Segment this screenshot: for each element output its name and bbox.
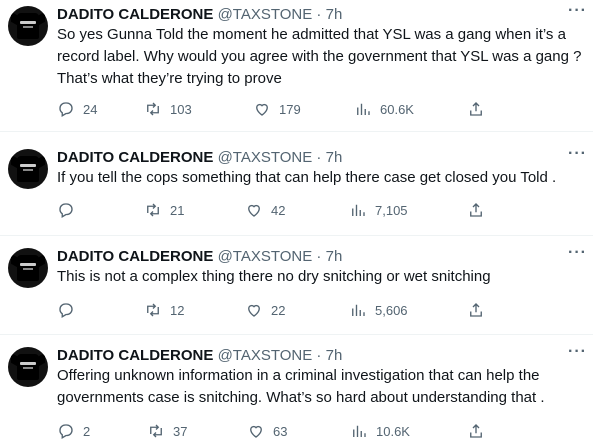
heart-icon bbox=[256, 103, 268, 116]
retweet-icon bbox=[147, 203, 159, 217]
retweet-icon bbox=[147, 303, 159, 317]
author-handle[interactable]: @TAXSTONE bbox=[218, 347, 313, 364]
retweet-icon bbox=[150, 424, 162, 438]
views-count: 10.6K bbox=[376, 423, 410, 439]
heart-icon bbox=[248, 204, 260, 217]
tweet-text: If you tell the cops something that can … bbox=[57, 169, 557, 186]
avatar[interactable] bbox=[8, 149, 48, 189]
tweet-actions: 24 103 179 60.6K bbox=[57, 99, 487, 119]
author-name[interactable]: DADITO CALDERONE bbox=[57, 248, 213, 265]
tweet-time[interactable]: 7h bbox=[326, 248, 343, 265]
reply-icon bbox=[59, 102, 73, 117]
retweet-icon bbox=[147, 102, 159, 116]
tweet-actions: 2 37 63 10.6K bbox=[57, 421, 487, 441]
retweet-button[interactable]: 103 bbox=[144, 99, 192, 119]
views-button[interactable]: 10.6K bbox=[350, 421, 410, 441]
tweet-text: Offering unknown information in a crimin… bbox=[57, 367, 545, 406]
more-icon[interactable]: ··· bbox=[568, 342, 587, 362]
share-button[interactable] bbox=[467, 300, 485, 320]
tweet-header: DADITO CALDERONE @TAXSTONE · 7h ··· bbox=[57, 343, 587, 364]
like-button[interactable]: 22 bbox=[245, 300, 285, 320]
reply-count: 24 bbox=[83, 101, 98, 117]
reply-count: 2 bbox=[83, 423, 91, 439]
more-icon[interactable]: ··· bbox=[568, 1, 587, 21]
analytics-icon bbox=[352, 204, 365, 216]
avatar[interactable] bbox=[8, 347, 48, 387]
tweet[interactable]: DADITO CALDERONE @TAXSTONE · 7h ··· If y… bbox=[0, 143, 593, 236]
share-button[interactable] bbox=[467, 200, 485, 220]
tweet-text: So yes Gunna Told the moment he admitted… bbox=[57, 26, 582, 87]
tweet-header: DADITO CALDERONE @TAXSTONE · 7h ··· bbox=[57, 145, 587, 166]
author-handle[interactable]: @TAXSTONE bbox=[218, 6, 313, 23]
like-button[interactable]: 63 bbox=[247, 421, 287, 441]
analytics-icon bbox=[352, 304, 365, 316]
tweet[interactable]: DADITO CALDERONE @TAXSTONE · 7h ··· Offe… bbox=[0, 341, 593, 443]
author-handle[interactable]: @TAXSTONE bbox=[218, 248, 313, 265]
tweet[interactable]: DADITO CALDERONE @TAXSTONE · 7h ··· So y… bbox=[0, 0, 593, 132]
tweet-feed: DADITO CALDERONE @TAXSTONE · 7h ··· So y… bbox=[0, 0, 600, 443]
views-button[interactable]: 7,105 bbox=[349, 200, 408, 220]
like-button[interactable]: 179 bbox=[253, 99, 301, 119]
views-count: 60.6K bbox=[380, 101, 414, 117]
tweet-time[interactable]: 7h bbox=[326, 149, 343, 166]
reply-button[interactable]: 2 bbox=[57, 421, 90, 441]
author-name[interactable]: DADITO CALDERONE bbox=[57, 6, 213, 23]
like-button[interactable]: 42 bbox=[245, 200, 285, 220]
reply-button[interactable]: 24 bbox=[57, 99, 97, 119]
share-icon bbox=[470, 424, 482, 438]
more-icon[interactable]: ··· bbox=[568, 243, 587, 263]
analytics-icon bbox=[353, 425, 366, 437]
like-count: 179 bbox=[279, 101, 301, 117]
share-icon bbox=[470, 203, 482, 217]
views-button[interactable]: 60.6K bbox=[354, 99, 414, 119]
views-button[interactable]: 5,606 bbox=[349, 300, 408, 320]
tweet-header: DADITO CALDERONE @TAXSTONE · 7h ··· bbox=[57, 244, 587, 265]
tweet[interactable]: DADITO CALDERONE @TAXSTONE · 7h ··· This… bbox=[0, 242, 593, 335]
tweet-text: This is not a complex thing there no dry… bbox=[57, 268, 491, 285]
retweet-button[interactable]: 12 bbox=[144, 300, 184, 320]
tweet-actions: 12 22 5,606 bbox=[57, 300, 487, 320]
reply-button[interactable] bbox=[57, 300, 83, 320]
analytics-icon bbox=[357, 103, 370, 115]
retweet-count: 37 bbox=[173, 423, 188, 439]
tweet-time[interactable]: 7h bbox=[326, 6, 343, 23]
author-name[interactable]: DADITO CALDERONE bbox=[57, 149, 213, 166]
retweet-button[interactable]: 37 bbox=[147, 421, 187, 441]
retweet-count: 12 bbox=[170, 302, 185, 318]
avatar[interactable] bbox=[8, 248, 48, 288]
views-count: 7,105 bbox=[375, 202, 408, 218]
avatar[interactable] bbox=[8, 6, 48, 46]
reply-icon bbox=[59, 424, 73, 439]
share-button[interactable] bbox=[467, 421, 485, 441]
share-icon bbox=[470, 102, 482, 116]
retweet-count: 103 bbox=[170, 101, 192, 117]
author-handle[interactable]: @TAXSTONE bbox=[218, 149, 313, 166]
more-icon[interactable]: ··· bbox=[568, 144, 587, 164]
share-icon bbox=[470, 303, 482, 317]
retweet-button[interactable]: 21 bbox=[144, 200, 184, 220]
tweet-time[interactable]: 7h bbox=[326, 347, 343, 364]
retweet-count: 21 bbox=[170, 202, 185, 218]
heart-icon bbox=[250, 425, 262, 438]
heart-icon bbox=[248, 304, 260, 317]
views-count: 5,606 bbox=[375, 302, 408, 318]
like-count: 63 bbox=[273, 423, 288, 439]
reply-icon bbox=[59, 303, 73, 318]
author-name[interactable]: DADITO CALDERONE bbox=[57, 347, 213, 364]
like-count: 42 bbox=[271, 202, 286, 218]
reply-button[interactable] bbox=[57, 200, 83, 220]
tweet-actions: 21 42 7,105 bbox=[57, 200, 487, 220]
like-count: 22 bbox=[271, 302, 286, 318]
share-button[interactable] bbox=[467, 99, 485, 119]
tweet-header: DADITO CALDERONE @TAXSTONE · 7h ··· bbox=[57, 2, 587, 23]
reply-icon bbox=[59, 203, 73, 218]
